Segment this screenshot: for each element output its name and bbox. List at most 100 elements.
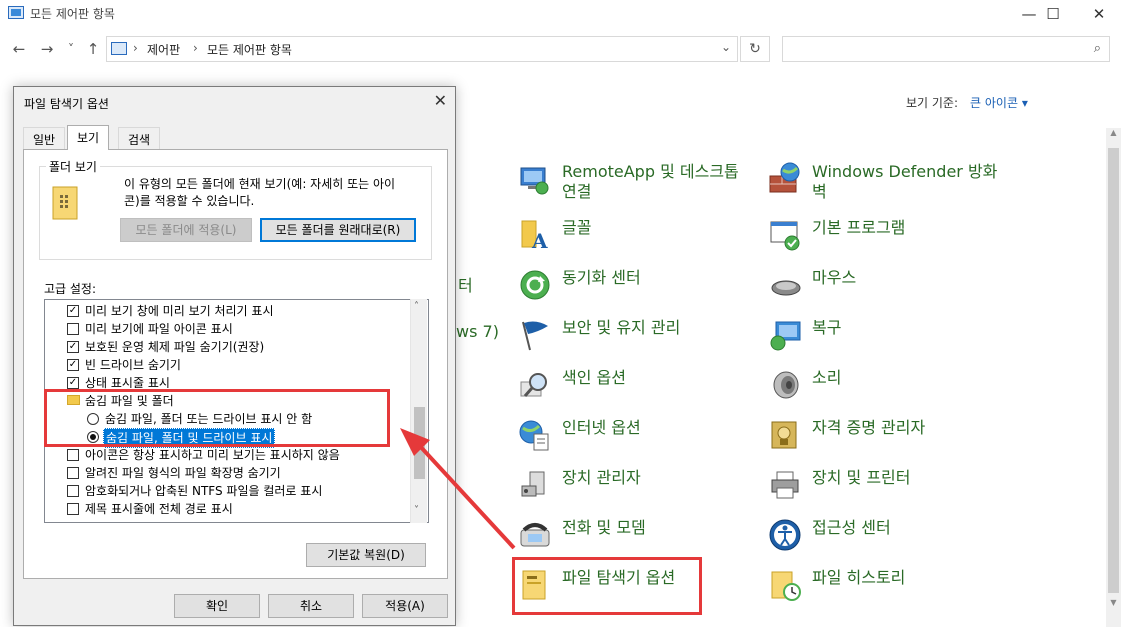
list-scrollbar[interactable]: ˄ ˅ xyxy=(410,299,427,523)
sound-icon xyxy=(768,368,802,402)
cp-item-credential-manager[interactable]: 자격 증명 관리자 xyxy=(768,418,925,452)
sync-center-icon xyxy=(518,268,552,302)
cp-item-recovery[interactable]: 복구 xyxy=(768,318,841,352)
highlight-box xyxy=(44,389,390,447)
cp-item-mouse[interactable]: 마우스 xyxy=(768,268,856,302)
hidden-item-partial[interactable]: ws 7) xyxy=(456,322,499,341)
breadcrumb-all-items[interactable]: 모든 제어판 항목 xyxy=(207,41,292,58)
apply-button[interactable]: 적용(A) xyxy=(362,594,448,618)
cp-item-label: RemoteApp 및 데스크톱 xyxy=(562,162,739,181)
list-item[interactable]: 제목 표시줄에 전체 경로 표시 xyxy=(45,500,405,518)
cp-item-label: 글꼴 xyxy=(562,218,592,237)
tab-general[interactable]: 일반 xyxy=(23,127,66,149)
scroll-thumb[interactable] xyxy=(414,407,425,479)
cancel-button[interactable]: 취소 xyxy=(268,594,354,618)
main-scrollbar[interactable]: ▲ ▼ xyxy=(1106,128,1121,627)
breadcrumb-separator: › xyxy=(193,41,198,55)
cp-item-label: 파일 히스토리 xyxy=(812,568,906,587)
address-bar[interactable]: › 제어판 › 모든 제어판 항목 ⌄ xyxy=(106,36,738,62)
checkbox[interactable] xyxy=(67,449,79,461)
cp-item-sync-center[interactable]: 동기화 센터 xyxy=(518,268,641,302)
cp-item-label: 보안 및 유지 관리 xyxy=(562,318,681,337)
cp-item-label: 마우스 xyxy=(812,268,857,287)
list-item[interactable]: ✓ 보호된 운영 체제 파일 숨기기(권장) xyxy=(45,338,405,356)
cp-item-devices-printers[interactable]: 장치 및 프린터 xyxy=(768,468,911,502)
address-dropdown-icon[interactable]: ⌄ xyxy=(721,40,731,54)
cp-item-remoteapp[interactable]: RemoteApp 및 데스크톱 연결 xyxy=(518,162,739,202)
cp-item-label: 접근성 센터 xyxy=(812,518,891,537)
tab-search[interactable]: 검색 xyxy=(118,127,161,149)
cp-item-internet-options[interactable]: 인터넷 옵션 xyxy=(518,418,641,452)
folder-options-dialog: 파일 탐색기 옵션 ✕ 일반 보기 검색 폴더 보기 이 유형의 모든 폴더에 … xyxy=(13,86,456,626)
breadcrumb-control-panel[interactable]: 제어판 xyxy=(147,41,180,58)
checkbox[interactable] xyxy=(67,323,79,335)
cp-item-label: 동기화 센터 xyxy=(562,268,641,287)
cp-item-sound[interactable]: 소리 xyxy=(768,368,841,402)
back-button[interactable]: ← xyxy=(8,34,30,64)
scroll-up-icon[interactable]: ▲ xyxy=(1106,128,1121,144)
list-item[interactable]: 아이콘은 항상 표시하고 미리 보기는 표시하지 않음 xyxy=(45,446,405,464)
forward-button[interactable]: → xyxy=(36,34,58,64)
cp-item-label: 복구 xyxy=(812,318,842,337)
cp-item-label: 색인 옵션 xyxy=(562,368,626,387)
window-titlebar: 모든 제어판 항목 — ☐ ✕ xyxy=(0,0,1121,28)
reset-folders-button[interactable]: 모든 폴더를 원래대로(R) xyxy=(260,218,416,242)
up-button[interactable]: ↑ xyxy=(82,34,104,64)
scroll-up-icon[interactable]: ˄ xyxy=(414,301,419,312)
restore-defaults-button[interactable]: 기본값 복원(D) xyxy=(306,543,426,567)
cp-item-firewall[interactable]: Windows Defender 방화 벽 xyxy=(768,162,997,202)
phone-modem-icon xyxy=(518,518,552,552)
hidden-item-partial[interactable]: 터 xyxy=(458,272,473,296)
recovery-icon xyxy=(768,318,802,352)
firewall-icon xyxy=(768,162,802,196)
ok-button[interactable]: 확인 xyxy=(174,594,260,618)
checkbox[interactable]: ✓ xyxy=(67,341,79,353)
checkbox[interactable]: ✓ xyxy=(67,305,79,317)
dialog-close-icon[interactable]: ✕ xyxy=(434,91,447,110)
cp-item-label: 벽 xyxy=(812,182,827,201)
checkbox[interactable]: ✓ xyxy=(67,359,79,371)
navigation-bar: ← → ˅ ↑ › 제어판 › 모든 제어판 항목 ⌄ ↻ ⌕ xyxy=(0,34,1121,64)
cp-item-file-history[interactable]: 파일 히스토리 xyxy=(768,568,905,602)
view-by-label: 보기 기준: xyxy=(906,96,959,110)
scroll-down-icon[interactable]: ▼ xyxy=(1106,598,1121,614)
cp-item-fonts[interactable]: A 글꼴 xyxy=(518,218,592,253)
list-item[interactable]: 암호화되거나 압축된 NTFS 파일을 컬러로 표시 xyxy=(45,482,405,500)
control-panel-icon xyxy=(111,42,127,55)
apply-to-folders-button[interactable]: 모든 폴더에 적용(L) xyxy=(120,218,252,242)
scroll-down-icon[interactable]: ˅ xyxy=(414,505,419,516)
search-icon: ⌕ xyxy=(1093,41,1101,56)
checkbox[interactable] xyxy=(67,485,79,497)
mouse-icon xyxy=(768,268,802,302)
list-item[interactable]: 미리 보기에 파일 아이콘 표시 xyxy=(45,320,405,338)
cp-item-indexing[interactable]: 색인 옵션 xyxy=(518,368,626,402)
checkbox[interactable] xyxy=(67,503,79,515)
cp-item-ease-of-access[interactable]: 접근성 센터 xyxy=(768,518,891,552)
view-by-dropdown[interactable]: 큰 아이콘 ▾ xyxy=(970,96,1028,110)
device-manager-icon xyxy=(518,468,552,502)
highlight-box xyxy=(512,557,702,615)
scroll-thumb[interactable] xyxy=(1108,148,1119,593)
list-item[interactable]: 알려진 파일 형식의 파일 확장명 숨기기 xyxy=(45,464,405,482)
recent-locations-button[interactable]: ˅ xyxy=(60,34,82,64)
indexing-icon xyxy=(518,368,552,402)
close-button[interactable]: ✕ xyxy=(1076,0,1121,28)
tab-view[interactable]: 보기 xyxy=(67,125,110,150)
maximize-button[interactable]: ☐ xyxy=(1030,0,1076,28)
security-flag-icon xyxy=(518,318,552,352)
cp-item-device-manager[interactable]: 장치 관리자 xyxy=(518,468,641,502)
cp-item-phone-modem[interactable]: 전화 및 모뎀 xyxy=(518,518,646,552)
refresh-button[interactable]: ↻ xyxy=(740,36,770,62)
remoteapp-icon xyxy=(518,162,552,196)
checkbox[interactable]: ✓ xyxy=(67,377,79,389)
cp-item-security[interactable]: 보안 및 유지 관리 xyxy=(518,318,680,352)
list-item[interactable]: ✓ 미리 보기 창에 미리 보기 처리기 표시 xyxy=(45,302,405,320)
search-input[interactable]: ⌕ xyxy=(782,36,1110,62)
view-by: 보기 기준: 큰 아이콘 ▾ xyxy=(906,94,1028,111)
list-item[interactable]: ✓ 빈 드라이브 숨기기 xyxy=(45,356,405,374)
folder-view-group-label: 폴더 보기 xyxy=(46,158,100,175)
cp-item-label: 장치 관리자 xyxy=(562,468,641,487)
cp-item-default-programs[interactable]: 기본 프로그램 xyxy=(768,218,905,252)
cp-item-label: 전화 및 모뎀 xyxy=(562,518,646,537)
checkbox[interactable] xyxy=(67,467,79,479)
